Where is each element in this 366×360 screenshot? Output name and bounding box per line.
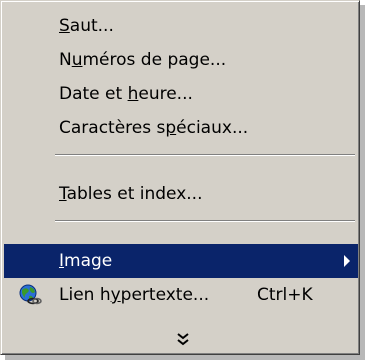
menu-item-image[interactable]: Image — [4, 244, 358, 278]
menu-separator — [55, 220, 355, 222]
menu-item-lien-hypertexte-label: Lien hypertexte... — [59, 285, 210, 305]
menu-item-image-label: Image — [59, 251, 113, 271]
menu-item-caracteres-speciaux-label: Caractères spéciaux... — [59, 118, 249, 138]
menu-item-date-et-heure[interactable]: Date et heure... — [4, 77, 358, 111]
menu-item-tables-et-index[interactable]: Tables et index... — [4, 177, 358, 211]
menu-shadow-bottom — [5, 355, 365, 360]
submenu-arrow-icon — [344, 255, 350, 267]
menu-item-saut[interactable]: Saut... — [4, 9, 358, 43]
insert-menu: Saut... Numéros de page... Date et heure… — [0, 0, 360, 355]
menu-item-numeros-de-page[interactable]: Numéros de page... — [4, 43, 358, 77]
menu-item-date-et-heure-label: Date et heure... — [59, 84, 193, 104]
menu-separator — [55, 154, 355, 156]
double-chevron-down-icon[interactable] — [177, 332, 189, 346]
menu-item-caracteres-speciaux[interactable]: Caractères spéciaux... — [4, 111, 358, 145]
menu-item-lien-hypertexte[interactable]: Lien hypertexte... Ctrl+K — [4, 278, 358, 312]
menu-item-numeros-de-page-label: Numéros de page... — [59, 50, 227, 70]
globe-link-icon — [19, 284, 42, 305]
menu-item-shortcut: Ctrl+K — [257, 285, 313, 305]
menu-item-tables-et-index-label: Tables et index... — [59, 184, 203, 204]
menu-shadow-right — [360, 5, 365, 358]
menu-item-saut-label: Saut... — [59, 16, 114, 36]
